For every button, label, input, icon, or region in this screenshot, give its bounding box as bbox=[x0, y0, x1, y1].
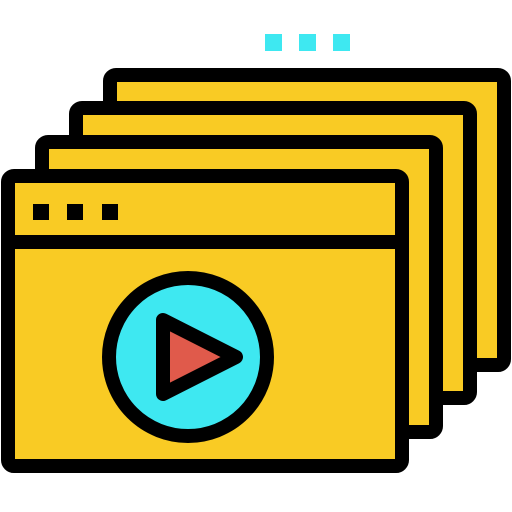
titlebar-dot bbox=[67, 204, 83, 220]
front-window bbox=[1, 169, 409, 473]
video-stack-svg bbox=[1, 34, 511, 473]
decorative-dots bbox=[265, 34, 350, 51]
video-stack-icon bbox=[0, 0, 512, 512]
decorative-dot bbox=[265, 34, 282, 51]
play-button[interactable] bbox=[102, 271, 274, 443]
titlebar-dot bbox=[33, 204, 49, 220]
decorative-dot bbox=[333, 34, 350, 51]
decorative-dot bbox=[299, 34, 316, 51]
titlebar-dot bbox=[102, 204, 118, 220]
titlebar-dots bbox=[33, 204, 118, 220]
